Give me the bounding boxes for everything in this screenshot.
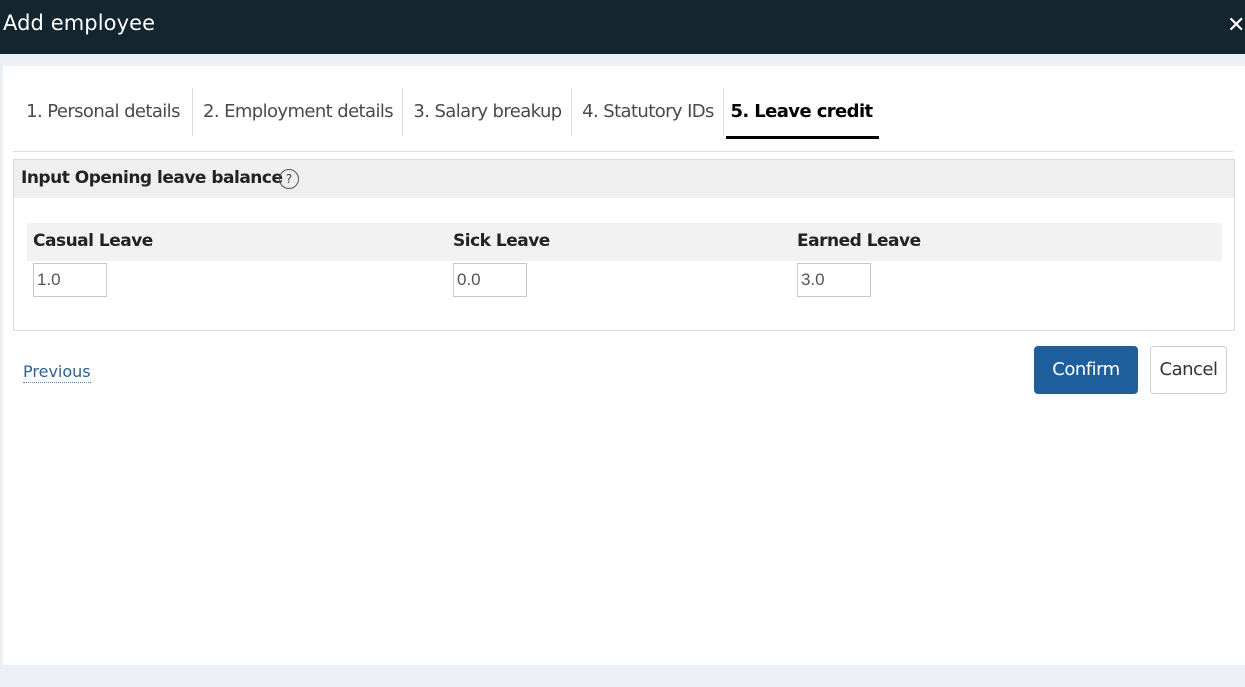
wizard-tabs: 1. Personal details 2. Employment detail…	[13, 86, 1233, 152]
dialog-body: 1. Personal details 2. Employment detail…	[3, 66, 1245, 665]
help-icon[interactable]: ?	[279, 169, 299, 189]
tab-salary-breakup[interactable]: 3. Salary breakup	[403, 86, 572, 138]
casual-leave-label: Casual Leave	[33, 231, 153, 251]
tab-statutory-ids[interactable]: 4. Statutory IDs	[572, 86, 724, 138]
sick-leave-label: Sick Leave	[453, 231, 550, 251]
tab-personal-details[interactable]: 1. Personal details	[13, 86, 193, 138]
dialog-titlebar: Add employee ✕	[0, 0, 1245, 54]
tab-leave-credit[interactable]: 5. Leave credit	[724, 86, 879, 139]
close-icon[interactable]: ✕	[1227, 12, 1245, 40]
tab-label: 2. Employment details	[202, 101, 394, 122]
previous-link[interactable]: Previous	[23, 362, 91, 383]
casual-leave-input[interactable]	[33, 263, 107, 297]
tab-label: 5. Leave credit	[730, 101, 873, 122]
earned-leave-input[interactable]	[797, 263, 871, 297]
tab-label: 3. Salary breakup	[413, 101, 562, 122]
sick-leave-input[interactable]	[453, 263, 527, 297]
confirm-button[interactable]: Confirm	[1034, 346, 1138, 394]
tab-label: 1. Personal details	[26, 101, 180, 122]
tab-label: 4. Statutory IDs	[582, 101, 714, 122]
section-title: Input Opening leave balance	[21, 168, 283, 188]
active-tab-indicator	[726, 136, 879, 139]
leave-types-header: Casual Leave Sick Leave Earned Leave	[27, 223, 1222, 261]
cancel-button[interactable]: Cancel	[1150, 346, 1227, 394]
section-header: Input Opening leave balance ?	[14, 160, 1234, 198]
tab-employment-details[interactable]: 2. Employment details	[193, 86, 403, 138]
earned-leave-label: Earned Leave	[797, 231, 921, 251]
opening-leave-balance-section: Input Opening leave balance ? Casual Lea…	[13, 159, 1235, 331]
dialog-title: Add employee	[3, 11, 156, 35]
